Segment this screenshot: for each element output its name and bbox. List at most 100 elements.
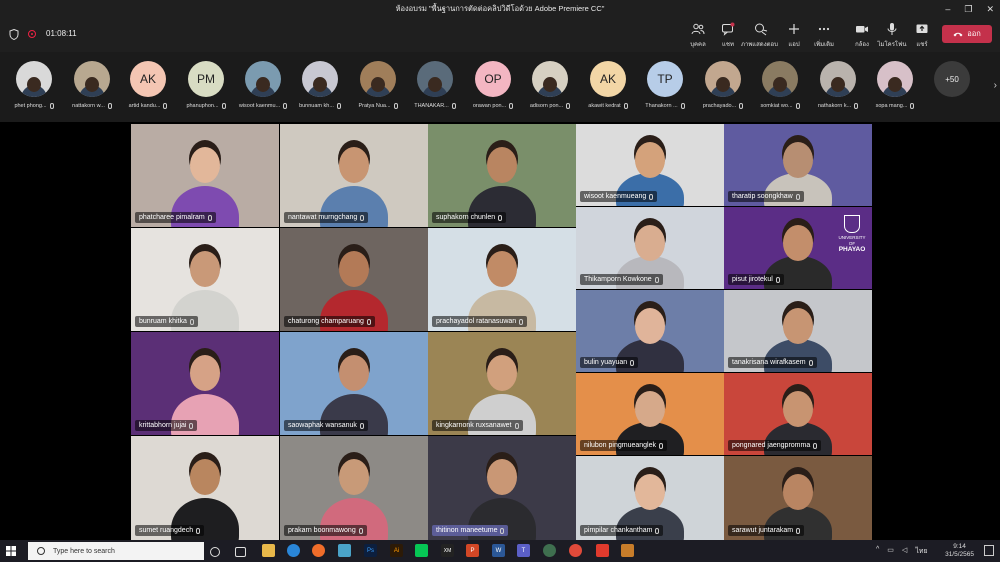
meeting-toolbar: 01:08:11 บุคคล แชท ภาพแสดงตอบสนอง แอป เพ… <box>0 18 1000 58</box>
restore-button[interactable]: ❐ <box>964 4 972 15</box>
photoshop-icon[interactable]: Ps <box>364 544 377 557</box>
video-tile[interactable]: phatcharee pimalram <box>131 124 279 227</box>
video-tile[interactable]: prakarn boonmawong <box>280 436 428 540</box>
windows-start-icon[interactable] <box>6 546 16 556</box>
video-tile[interactable]: suphakorn chunlen <box>428 124 576 227</box>
participant-name-row: nathakorn k... <box>818 103 859 109</box>
participant-item[interactable]: THANAKAR... <box>409 61 461 109</box>
acrobat-icon[interactable] <box>596 544 609 557</box>
chevron-up-icon[interactable]: ^ <box>876 546 879 557</box>
chrome-icon[interactable] <box>543 544 556 557</box>
video-tile[interactable]: bunruam khitka <box>131 228 279 331</box>
video-tile[interactable]: thitinon maneetume <box>428 436 576 540</box>
participant-item[interactable]: Pratya Nua... <box>352 61 404 109</box>
participant-item[interactable]: nathakorn k... <box>812 61 864 109</box>
network-icon[interactable]: ▭ <box>887 546 894 557</box>
word-icon[interactable]: W <box>492 544 505 557</box>
app-icon[interactable] <box>621 544 634 557</box>
media-icon[interactable] <box>569 544 582 557</box>
clock[interactable]: 9:14 31/5/2565 <box>945 543 974 559</box>
mic-muted-icon <box>654 276 659 283</box>
avatar-initials: OP <box>484 72 502 86</box>
participant-name: tanakrisana wirafkasem <box>732 359 806 366</box>
video-tile[interactable]: pimpilar chankantham <box>576 456 724 540</box>
participant-label: prakarn boonmawong <box>284 525 367 536</box>
participant-name-row: sopa mang... <box>876 103 915 109</box>
mic-muted-icon <box>336 103 341 109</box>
volume-icon[interactable]: ◁ <box>902 546 907 557</box>
video-tile[interactable]: saowaphak wansanuk <box>280 332 428 435</box>
video-tile[interactable]: UNIVERSITY OF PHAYAO pisut jirotekul <box>724 207 872 289</box>
participant-item[interactable]: bunnuam kh... <box>294 61 346 109</box>
participant-item[interactable]: prachayado... <box>697 61 749 109</box>
participant-name: bunnuam kh... <box>299 103 334 109</box>
teams-icon[interactable]: T <box>517 544 530 557</box>
participant-face <box>635 142 665 179</box>
language-indicator[interactable]: ไทย <box>915 546 927 557</box>
participant-item[interactable]: wisoot kaenmu... <box>237 61 289 109</box>
participant-face <box>487 458 517 495</box>
task-view-icon[interactable] <box>235 547 246 557</box>
people-label: บุคคล <box>690 42 706 48</box>
video-tile[interactable]: Thikamporn Kowkone <box>576 207 724 289</box>
participant-item[interactable]: AK artid kandu... <box>122 61 174 109</box>
participant-item[interactable]: somkiat wo... <box>754 61 806 109</box>
video-tile[interactable]: tanakrisana wirafkasem <box>724 290 872 372</box>
participant-item[interactable]: adisorn pon... <box>524 61 576 109</box>
mic-muted-icon <box>107 103 112 109</box>
apps-icon <box>789 24 799 34</box>
video-tile[interactable]: bulin yuayuan <box>576 290 724 372</box>
participant-item[interactable]: sopa mang... <box>869 61 921 109</box>
firefox-icon[interactable] <box>312 544 325 557</box>
mic-muted-icon <box>498 214 503 221</box>
video-tile[interactable]: sumet ruangdech <box>131 436 279 540</box>
participant-name-row: phet phong... <box>14 103 54 109</box>
video-tile[interactable]: pongnared jaengpromma <box>724 373 872 455</box>
more-actions-button[interactable]: เพิ่มเติม <box>804 22 844 49</box>
leave-label: ออก <box>967 29 981 38</box>
participant-name: sumet ruangdech <box>139 527 194 534</box>
video-tile[interactable]: kingkarnonk ruxsanawet <box>428 332 576 435</box>
line-icon[interactable] <box>415 544 428 557</box>
video-tile[interactable]: nantawat murngchang <box>280 124 428 227</box>
participant-item[interactable]: nattakorn w... <box>66 61 118 109</box>
close-window-button[interactable]: ✕ <box>986 4 994 15</box>
mic-muted-icon <box>680 103 685 109</box>
participant-item[interactable]: AK akawit kedrat <box>582 61 634 109</box>
notification-icon[interactable] <box>984 545 994 556</box>
taskbar-search[interactable]: Type here to search <box>28 542 204 560</box>
edge-icon[interactable] <box>287 544 300 557</box>
video-tile[interactable]: prachayadol ratanasuwan <box>428 228 576 331</box>
shield-icon[interactable] <box>9 29 19 40</box>
store-icon[interactable] <box>338 544 351 557</box>
illustrator-icon[interactable]: Ai <box>390 544 403 557</box>
video-tile[interactable]: wisoot kaenmueang <box>576 124 724 206</box>
mic-muted-icon <box>795 193 800 200</box>
search-icon <box>37 547 45 555</box>
video-tile[interactable]: tharatip soongkhaw <box>724 124 872 206</box>
more-participants-button[interactable]: +50 <box>934 61 970 97</box>
cortana-icon[interactable] <box>210 547 220 557</box>
video-tile[interactable]: nilubon pingmueanglek <box>576 373 724 455</box>
file-explorer-icon[interactable] <box>262 544 275 557</box>
minimize-button[interactable]: – <box>945 4 950 14</box>
avatar-photo <box>428 76 442 92</box>
participant-item[interactable]: OP orawan pon... <box>467 61 519 109</box>
participant-label: pongnared jaengpromma <box>728 440 822 451</box>
avatar: AK <box>590 61 626 97</box>
video-tile[interactable]: krittabhorn jujai <box>131 332 279 435</box>
mic-muted-icon <box>854 103 859 109</box>
xm-icon[interactable]: XM <box>441 544 454 557</box>
chevron-right-icon[interactable]: › <box>994 80 997 91</box>
participant-item[interactable]: PM phanuphon... <box>180 61 232 109</box>
leave-button[interactable]: ออก <box>942 25 992 43</box>
participant-name: wisoot kaenmu... <box>238 103 281 109</box>
share-button[interactable]: แชร์ <box>902 22 942 49</box>
participant-name: orawan pon... <box>472 103 507 109</box>
video-tile[interactable]: sarawut juntarakam <box>724 456 872 540</box>
avatar: PM <box>188 61 224 97</box>
participant-item[interactable]: TP Thanakorn ... <box>639 61 691 109</box>
powerpoint-icon[interactable]: P <box>466 544 479 557</box>
participant-item[interactable]: phet phong... <box>8 61 60 109</box>
video-tile[interactable]: chaturong champaruang <box>280 228 428 331</box>
